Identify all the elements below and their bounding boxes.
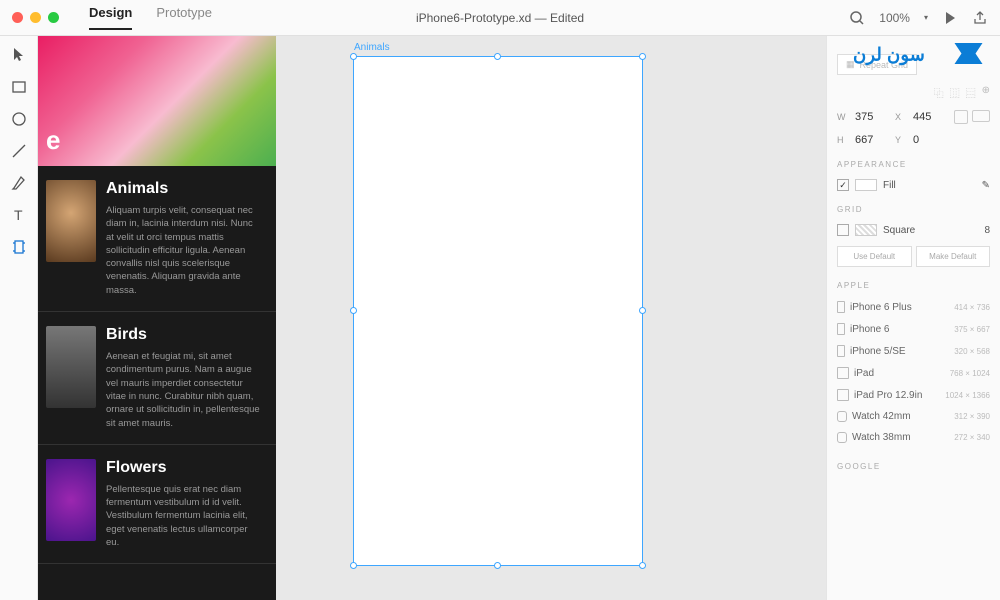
width-value[interactable]: 375 — [855, 111, 889, 123]
resize-handle[interactable] — [350, 53, 357, 60]
device-preset[interactable]: Watch 38mm272 × 340 — [837, 427, 990, 448]
watch-icon — [837, 432, 847, 443]
artboard-selected[interactable]: Animals — [353, 56, 643, 566]
list-item: Birds Aenean et feugiat mi, sit amet con… — [38, 312, 276, 445]
phone-icon — [837, 323, 845, 335]
window-controls — [12, 12, 59, 23]
pen-tool[interactable] — [10, 174, 28, 192]
resize-handle[interactable] — [639, 307, 646, 314]
y-value[interactable]: 0 — [913, 134, 947, 146]
rectangle-tool[interactable] — [10, 78, 28, 96]
resize-handle[interactable] — [639, 562, 646, 569]
height-value[interactable]: 667 — [855, 134, 889, 146]
make-default-button[interactable]: Make Default — [916, 246, 991, 267]
phone-icon — [837, 345, 845, 357]
titlebar: Design Prototype iPhone6-Prototype.xd — … — [0, 0, 1000, 36]
toolbar-right: 100% ▾ — [849, 10, 988, 26]
list-item-title: Flowers — [106, 459, 262, 477]
resize-handle[interactable] — [494, 562, 501, 569]
hero-title: e — [46, 125, 60, 156]
select-tool[interactable] — [10, 46, 28, 64]
grid-header: GRID — [837, 205, 990, 214]
tablet-icon — [837, 389, 849, 401]
device-preset[interactable]: iPhone 5/SE320 × 568 — [837, 340, 990, 362]
list-item-body: Pellentesque quis erat nec diam fermentu… — [106, 483, 262, 549]
grid-swatch[interactable] — [855, 224, 877, 236]
copy-icon[interactable]: ⿻ — [934, 85, 944, 100]
zoom-level[interactable]: 100% — [879, 11, 910, 25]
device-preset[interactable]: iPhone 6 Plus414 × 736 — [837, 296, 990, 318]
use-default-button[interactable]: Use Default — [837, 246, 912, 267]
phone-icon — [837, 301, 845, 313]
document-title: iPhone6-Prototype.xd — Edited — [416, 11, 584, 25]
resize-handle[interactable] — [350, 562, 357, 569]
list-item-title: Birds — [106, 326, 262, 344]
thumbnail-birds — [46, 326, 96, 408]
fill-label: Fill — [883, 180, 896, 191]
apple-header: APPLE — [837, 281, 990, 290]
list-item: Animals Aliquam turpis velit, consequat … — [38, 166, 276, 312]
flip-v-icon[interactable]: ⿳ — [966, 85, 976, 100]
play-icon[interactable] — [942, 10, 958, 26]
chevron-down-icon[interactable]: ▾ — [924, 13, 928, 22]
minimize-icon[interactable] — [30, 12, 41, 23]
height-label: H — [837, 135, 849, 145]
artboard-tool[interactable] — [10, 238, 28, 256]
resize-handle[interactable] — [639, 53, 646, 60]
svg-text:T: T — [14, 207, 23, 223]
ellipse-tool[interactable] — [10, 110, 28, 128]
tool-panel: T — [0, 36, 38, 600]
x-value[interactable]: 445 — [913, 111, 947, 123]
list-item-body: Aliquam turpis velit, consequat nec diam… — [106, 204, 262, 297]
device-preset[interactable]: iPad768 × 1024 — [837, 362, 990, 384]
tab-design[interactable]: Design — [89, 5, 132, 30]
flip-h-icon[interactable]: ⿲ — [950, 85, 960, 100]
resize-handle[interactable] — [494, 53, 501, 60]
svg-text:سون لرن: سون لرن — [853, 45, 925, 66]
align-tools: ⿻ ⿲ ⿳ ⊕ — [934, 85, 990, 100]
y-label: Y — [895, 135, 907, 145]
maximize-icon[interactable] — [48, 12, 59, 23]
thumbnail-flowers — [46, 459, 96, 541]
artboard-label[interactable]: Animals — [354, 42, 390, 53]
portrait-icon[interactable] — [954, 110, 968, 124]
grid-type[interactable]: Square — [883, 225, 915, 236]
text-tool[interactable]: T — [10, 206, 28, 224]
thumbnail-animals — [46, 180, 96, 262]
grid-checkbox[interactable] — [837, 224, 849, 236]
list-item: Flowers Pellentesque quis erat nec diam … — [38, 445, 276, 564]
device-preset[interactable]: iPad Pro 12.9in1024 × 1366 — [837, 384, 990, 406]
width-label: W — [837, 112, 849, 122]
grid-size[interactable]: 8 — [984, 225, 990, 236]
list-item-body: Aenean et feugiat mi, sit amet condiment… — [106, 350, 262, 430]
hero-image: e — [38, 36, 276, 166]
share-icon[interactable] — [972, 10, 988, 26]
fill-swatch[interactable] — [855, 179, 877, 191]
device-preset[interactable]: Watch 42mm312 × 390 — [837, 406, 990, 427]
artboard-home[interactable]: e Animals Aliquam turpis velit, consequa… — [38, 36, 276, 600]
google-header: GOOGLE — [837, 462, 990, 471]
resize-handle[interactable] — [350, 307, 357, 314]
watermark-logo: سون لرن — [846, 36, 986, 71]
eyedropper-icon[interactable]: ✎ — [982, 180, 990, 191]
list-item-title: Animals — [106, 180, 262, 198]
appearance-header: APPEARANCE — [837, 160, 990, 169]
tablet-icon — [837, 367, 849, 379]
watch-icon — [837, 411, 847, 422]
x-label: X — [895, 112, 907, 122]
fill-checkbox[interactable] — [837, 179, 849, 191]
inspector-panel: ▦ Repeat Grid ⿻ ⿲ ⿳ ⊕ W 375 X 445 H 667 — [826, 36, 1000, 600]
boolean-icon[interactable]: ⊕ — [982, 85, 990, 100]
tab-prototype[interactable]: Prototype — [156, 5, 212, 30]
canvas[interactable]: e Animals Aliquam turpis velit, consequa… — [38, 36, 826, 600]
close-icon[interactable] — [12, 12, 23, 23]
line-tool[interactable] — [10, 142, 28, 160]
landscape-icon[interactable] — [972, 110, 990, 122]
mode-tabs: Design Prototype — [89, 5, 212, 30]
search-icon[interactable] — [849, 10, 865, 26]
device-preset[interactable]: iPhone 6375 × 667 — [837, 318, 990, 340]
